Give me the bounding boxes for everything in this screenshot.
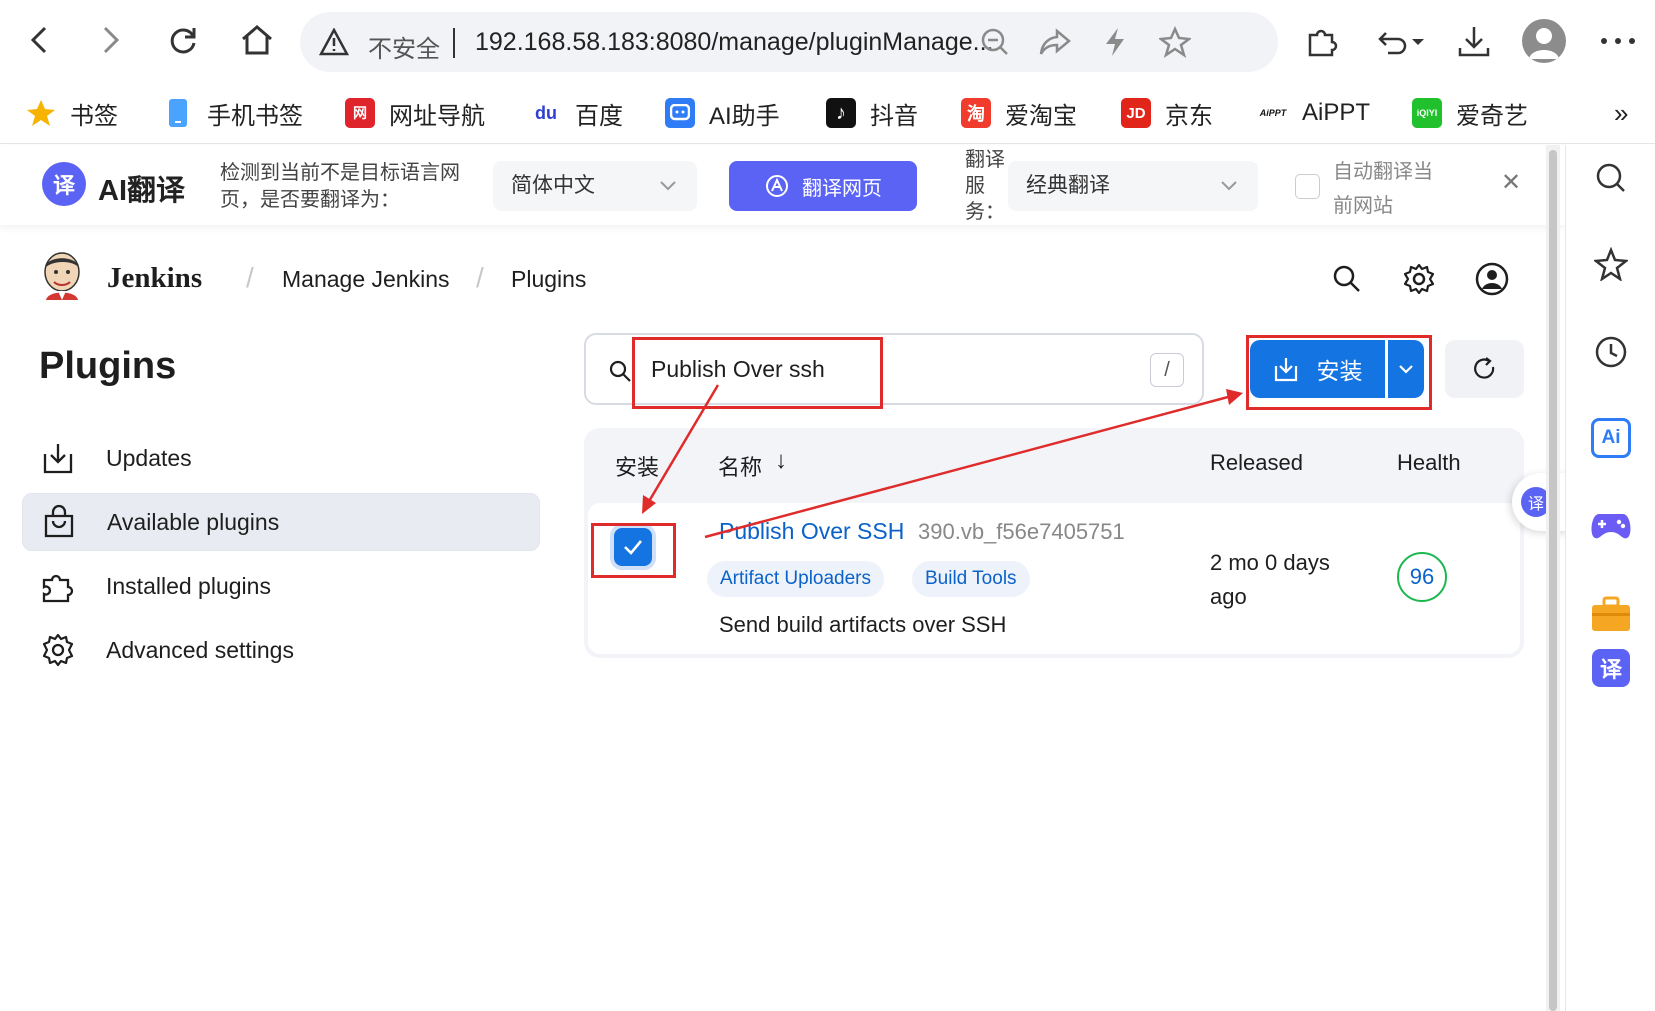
- annotation-arrows: [642, 384, 1243, 539]
